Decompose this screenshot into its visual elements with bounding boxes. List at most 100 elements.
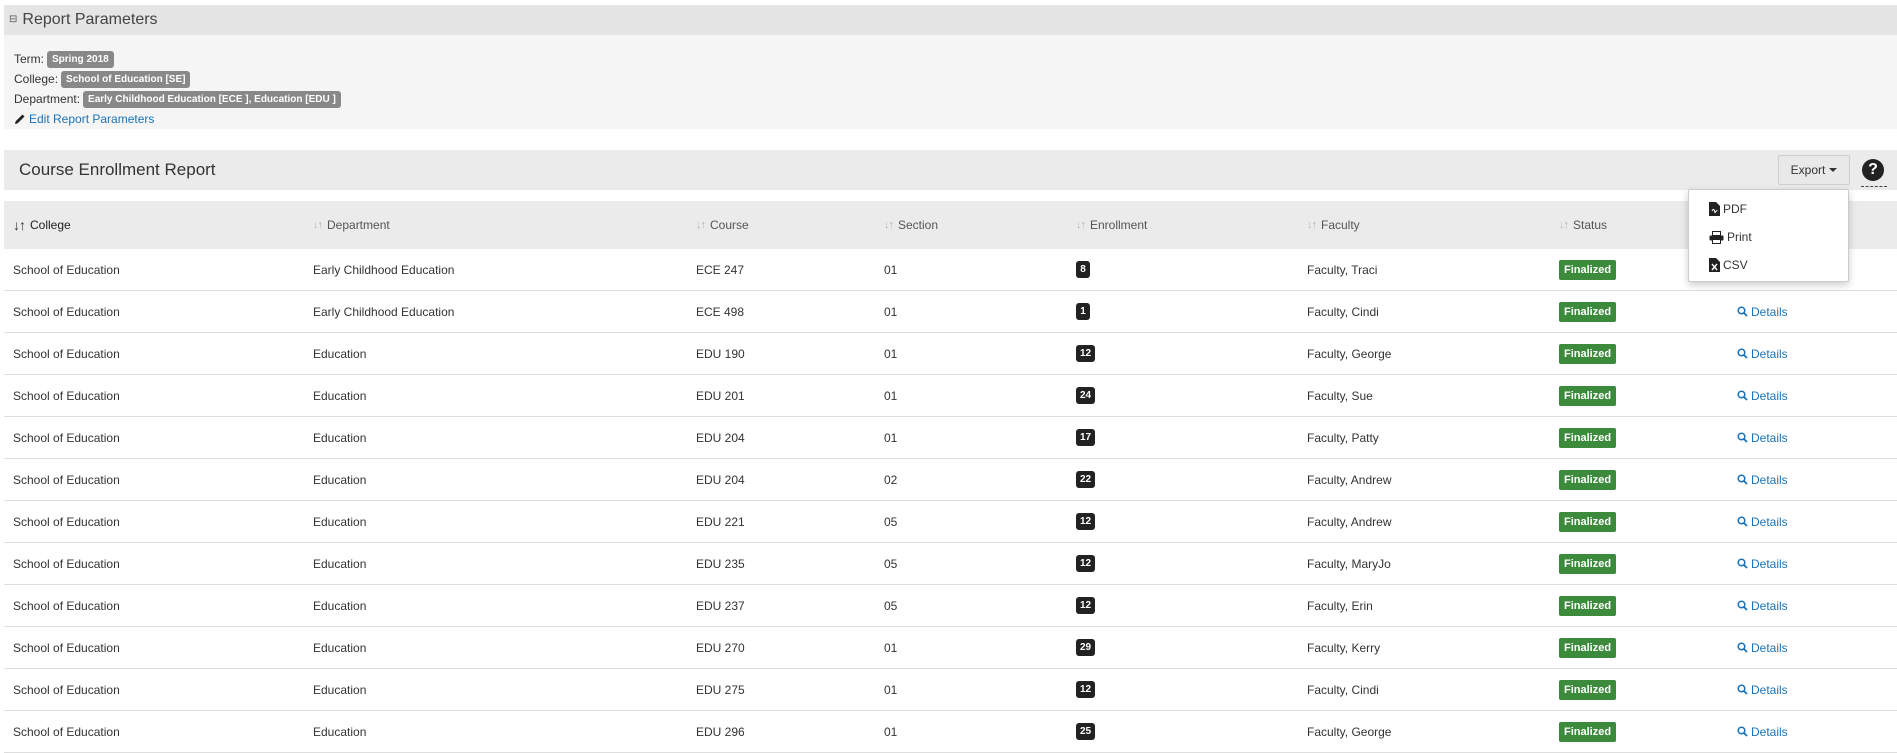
search-icon: [1737, 474, 1748, 485]
cell-course: EDU 201: [696, 375, 745, 416]
cell-faculty: Faculty, George: [1307, 711, 1391, 752]
column-header-enrollment[interactable]: ↓↑ Enrollment: [1076, 201, 1147, 249]
column-header-college[interactable]: ↓↑ College: [13, 201, 71, 249]
cell-enrollment: 12: [1076, 333, 1096, 374]
column-label: Department: [327, 218, 390, 232]
cell-department: Education: [313, 585, 366, 626]
menu-item-label: PDF: [1723, 202, 1747, 216]
search-icon: [1737, 600, 1748, 611]
collapse-icon[interactable]: ⊟: [9, 15, 17, 25]
column-header-course[interactable]: ↓↑ Course: [696, 201, 749, 249]
details-link[interactable]: Details: [1737, 669, 1788, 710]
details-link[interactable]: Details: [1737, 585, 1788, 626]
table-row: School of Education Education EDU 270 01 29 F…: [4, 627, 1897, 669]
table-row: School of Education Early Childhood Educa…: [4, 249, 1897, 291]
sort-icon: ↓↑: [13, 217, 26, 233]
search-icon: [1737, 516, 1748, 527]
export-button[interactable]: Export: [1778, 155, 1850, 185]
table-row: School of Education Education EDU 235 05 12 F…: [4, 543, 1897, 585]
cell-department: Education: [313, 669, 366, 710]
menu-item-label: Print: [1727, 230, 1752, 244]
cell-enrollment: 8: [1076, 249, 1090, 290]
details-link[interactable]: Details: [1737, 333, 1788, 374]
cell-department: Early Childhood Education: [313, 291, 454, 332]
sort-icon: ↓↑: [696, 219, 706, 231]
cell-enrollment: 12: [1076, 669, 1096, 710]
details-label: Details: [1751, 388, 1788, 403]
cell-faculty-text: Faculty, Patty: [1307, 430, 1379, 445]
cell-department: Education: [313, 627, 366, 668]
cell-faculty: Faculty, Traci: [1307, 249, 1377, 290]
college-label: College:: [14, 72, 59, 86]
cell-college: School of Education: [13, 417, 120, 458]
cell-department: Education: [313, 459, 366, 500]
report-parameters-header[interactable]: ⊟ Report Parameters: [4, 5, 1897, 35]
enrollment-badge: 12: [1076, 681, 1096, 698]
details-link[interactable]: Details: [1737, 627, 1788, 668]
cell-college: School of Education: [13, 627, 120, 668]
column-label: Section: [898, 218, 939, 232]
cell-faculty-text: Faculty, Sue: [1307, 388, 1373, 403]
search-icon: [1737, 558, 1748, 569]
cell-faculty-text: Faculty, George: [1307, 346, 1392, 361]
details-link[interactable]: Details: [1737, 417, 1788, 458]
cell-status: Finalized: [1559, 291, 1617, 332]
cell-college-text: School of Education: [13, 388, 120, 403]
details-link[interactable]: Details: [1737, 711, 1788, 752]
details-label: Details: [1751, 304, 1788, 319]
edit-report-parameters-link[interactable]: Edit Report Parameters: [14, 109, 1897, 129]
edit-link-label: Edit Report Parameters: [29, 112, 155, 126]
enrollment-badge: 12: [1076, 345, 1096, 362]
status-badge: Finalized: [1559, 469, 1617, 490]
cell-college: School of Education: [13, 249, 120, 290]
column-label: Enrollment: [1090, 218, 1148, 232]
cell-section: 01: [884, 669, 897, 710]
cell-section-text: 01: [884, 430, 898, 445]
table-row: School of Education Education EDU 204 01 17 F…: [4, 417, 1897, 459]
enrollment-badge: 29: [1076, 639, 1096, 656]
cell-faculty-text: Faculty, Traci: [1307, 262, 1378, 277]
cell-department: Early Childhood Education: [313, 249, 454, 290]
column-header-section[interactable]: ↓↑ Section: [884, 201, 938, 249]
enrollment-badge: 12: [1076, 513, 1096, 530]
cell-faculty-text: Faculty, Cindi: [1307, 304, 1379, 319]
cell-department-text: Early Childhood Education: [313, 262, 455, 277]
column-header-status[interactable]: ↓↑ Status: [1559, 201, 1607, 249]
cell-course-text: EDU 270: [696, 640, 745, 655]
status-badge: Finalized: [1559, 679, 1617, 700]
cell-section-text: 01: [884, 724, 898, 739]
cell-section: 01: [884, 333, 897, 374]
export-csv-item[interactable]: CSV: [1709, 254, 1748, 276]
department-label: Department:: [14, 92, 81, 106]
cell-faculty-text: Faculty, Andrew: [1307, 514, 1392, 529]
cell-faculty: Faculty, Andrew: [1307, 459, 1391, 500]
column-header-department[interactable]: ↓↑ Department: [313, 201, 390, 249]
cell-course: EDU 190: [696, 333, 745, 374]
report-parameters-panel: ⊟ Report Parameters Term: Spring 2018 Co…: [4, 5, 1897, 129]
cell-status: Finalized: [1559, 585, 1617, 626]
cell-section: 01: [884, 711, 897, 752]
table-row: School of Education Education EDU 190 01 12 F…: [4, 333, 1897, 375]
cell-course-text: EDU 237: [696, 598, 745, 613]
export-print-item[interactable]: Print: [1709, 226, 1752, 248]
details-link[interactable]: Details: [1737, 291, 1788, 332]
cell-department-text: Education: [313, 388, 367, 403]
column-header-faculty[interactable]: ↓↑ Faculty: [1307, 201, 1360, 249]
export-pdf-item[interactable]: PDF: [1709, 198, 1747, 220]
cell-course: EDU 221: [696, 501, 745, 542]
table-row: School of Education Education EDU 296 01 25 F…: [4, 711, 1897, 753]
table-body: School of Education Early Childhood Educa…: [4, 249, 1897, 753]
details-link[interactable]: Details: [1737, 543, 1788, 584]
details-link[interactable]: Details: [1737, 375, 1788, 416]
cell-enrollment: 17: [1076, 417, 1096, 458]
term-label: Term:: [14, 52, 44, 66]
details-link[interactable]: Details: [1737, 501, 1788, 542]
cell-section: 01: [884, 627, 897, 668]
cell-status: Finalized: [1559, 375, 1617, 416]
cell-college: School of Education: [13, 669, 120, 710]
cell-section: 02: [884, 459, 897, 500]
status-badge: Finalized: [1559, 721, 1617, 742]
details-link[interactable]: Details: [1737, 459, 1788, 500]
cell-department: Education: [313, 543, 366, 584]
help-icon[interactable]: ?: [1862, 159, 1884, 181]
